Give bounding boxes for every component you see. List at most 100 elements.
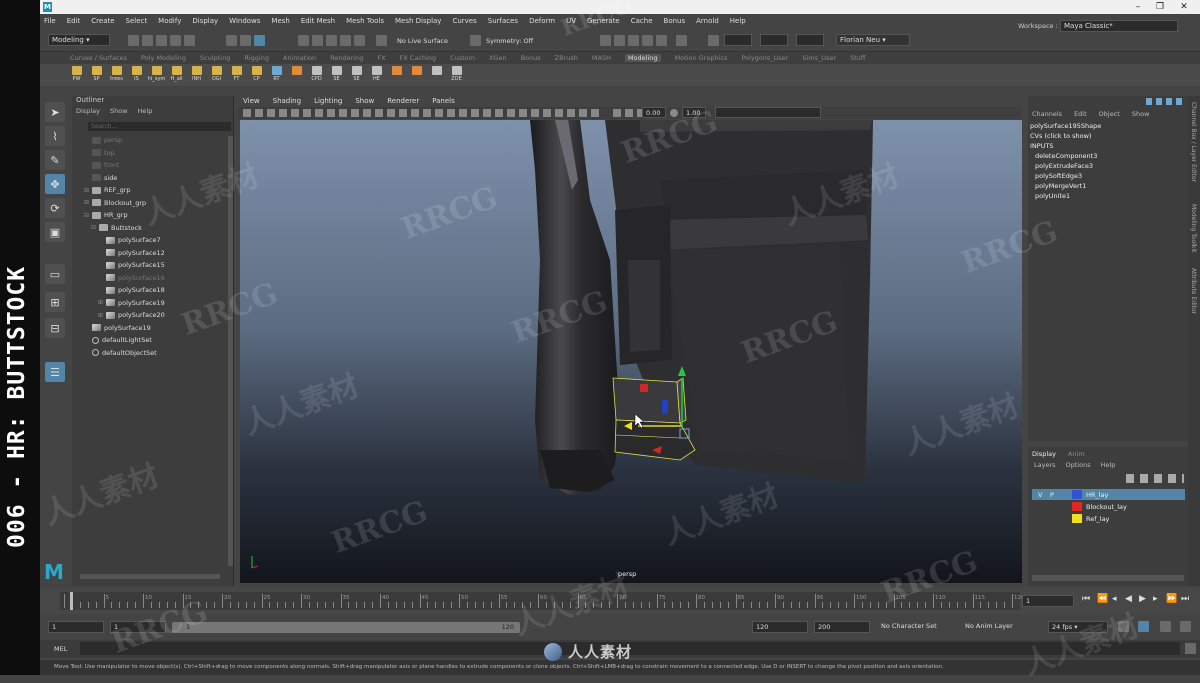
layer-menu-options[interactable]: Options (1066, 461, 1091, 469)
step-back-frame-icon[interactable]: ◂ (1112, 594, 1117, 604)
shelf-tab[interactable]: Animation (283, 54, 316, 62)
shelf-button[interactable] (428, 66, 445, 85)
shelf-button[interactable]: trees (108, 66, 125, 85)
pause-icon[interactable] (676, 35, 687, 46)
shelf-button[interactable]: OGI (208, 66, 225, 85)
audio-icon[interactable] (1160, 621, 1171, 632)
outliner-search-input[interactable]: Search... (88, 122, 231, 131)
hypershade-icon[interactable] (642, 35, 653, 46)
outliner-row[interactable]: ⊞ REF_grp (84, 184, 131, 196)
outliner-row[interactable]: polySurface18 (98, 284, 165, 296)
minimize-button[interactable]: – (1130, 1, 1146, 13)
shelf-button[interactable]: SE (348, 66, 365, 85)
layer-row[interactable]: Blockout_lay (1032, 501, 1185, 512)
single-layout-icon[interactable]: ▭ (45, 264, 65, 284)
menu-edit-mesh[interactable]: Edit Mesh (301, 17, 335, 25)
shelf-tab[interactable]: ZBrush (555, 54, 578, 62)
select-component-icon[interactable] (254, 35, 265, 46)
layout-grid-icon[interactable]: ⊞ (45, 292, 65, 312)
viewport-toolbar-icons[interactable] (243, 109, 603, 117)
snap-grid-icon[interactable] (298, 35, 309, 46)
shelf-tab[interactable]: Sculpting (200, 54, 230, 62)
paint-select-icon[interactable]: ✎ (45, 150, 65, 170)
layer-color-swatch[interactable] (1072, 502, 1082, 511)
shelf-button[interactable]: CP (248, 66, 265, 85)
shelf-tab[interactable]: FX Caching (400, 54, 437, 62)
outliner-row[interactable]: top (84, 147, 115, 159)
render-icon[interactable] (600, 35, 611, 46)
side-tab[interactable]: Attribute Editor (1190, 268, 1197, 314)
shelf-button[interactable]: ZOE (448, 66, 465, 85)
expand-icon[interactable]: ⊟ (84, 212, 92, 219)
outliner-row[interactable]: front (84, 159, 119, 171)
mel-label[interactable]: MEL (54, 645, 67, 653)
outliner-row[interactable]: ⊞ Blockout_grp (84, 197, 146, 209)
outliner-row[interactable]: polySurface15 (98, 259, 165, 271)
shelf-button[interactable]: CPD (308, 66, 325, 85)
redo-icon[interactable] (184, 35, 195, 46)
user-account-dropdown[interactable]: Florian Neu ▾ (836, 34, 910, 46)
menu-help[interactable]: Help (730, 17, 746, 25)
outliner-row[interactable]: ⊞ polySurface19 (98, 297, 165, 309)
channel-box-menu-edit[interactable]: Edit (1074, 110, 1087, 118)
viewport-menu-show[interactable]: Show (355, 97, 374, 105)
shelf-tab[interactable]: FX (377, 54, 385, 62)
layer-row[interactable]: Ref_lay (1032, 513, 1185, 524)
range-end-field[interactable]: 120 (752, 621, 808, 633)
expand-icon[interactable]: ⊟ (91, 224, 99, 231)
channel-box-input-node[interactable]: deleteComponent3 (1035, 152, 1097, 160)
menu-bonus[interactable]: Bonus (664, 17, 686, 25)
start-frame-field[interactable]: 1 (48, 621, 104, 633)
select-tool-icon[interactable]: ➤ (45, 102, 65, 122)
shelf-tab[interactable]: Rigging (244, 54, 269, 62)
mel-input[interactable] (80, 642, 1180, 655)
go-to-start-icon[interactable]: ⏮ (1082, 594, 1090, 604)
shelf-tab[interactable]: Poly Modeling (141, 54, 186, 62)
channel-box-menu-object[interactable]: Object (1099, 110, 1120, 118)
step-forward-key-icon[interactable]: ⏩ (1166, 594, 1177, 604)
time-slider[interactable]: 5 10 15 20 25 30 35 40 45 50 55 60 65 70 75 80 85 90 95 100… (40, 588, 1200, 614)
snap-surface-icon[interactable] (354, 35, 365, 46)
save-scene-icon[interactable] (156, 35, 167, 46)
menu-file[interactable]: File (44, 17, 56, 25)
channel-box-input-node[interactable]: polyExtrudeFace3 (1035, 162, 1093, 170)
channel-box-header-icons[interactable] (1146, 98, 1184, 105)
current-frame-field[interactable]: 1 (1022, 595, 1074, 607)
channel-box-input-node[interactable]: polySoftEdge3 (1035, 172, 1082, 180)
gamma-field[interactable]: 1.00 (682, 107, 706, 118)
fps-dropdown[interactable]: 24 fps ▾ (1048, 621, 1108, 633)
layer-color-swatch[interactable] (1072, 514, 1082, 523)
expand-icon[interactable]: ⊞ (98, 299, 106, 306)
viewport-menu-renderer[interactable]: Renderer (387, 97, 419, 105)
menu-curves[interactable]: Curves (452, 17, 476, 25)
expand-icon[interactable]: ⊞ (84, 187, 92, 194)
time-slider-ticks[interactable]: 5 10 15 20 25 30 35 40 45 50 55 60 65 70 75 80 85 90 95 100… (60, 592, 1025, 610)
layer-tab-anim[interactable]: Anim (1068, 450, 1085, 458)
make-live-icon[interactable] (376, 35, 387, 46)
shelf-tab[interactable]: Sims_User (802, 54, 836, 62)
outliner-row[interactable]: polySurface19 (84, 322, 151, 334)
shelf-button[interactable]: hi_sym (148, 66, 165, 85)
layer-color-swatch[interactable] (1072, 490, 1082, 499)
select-object-icon[interactable] (240, 35, 251, 46)
viewport-menu-view[interactable]: View (243, 97, 260, 105)
outliner-row[interactable]: ⊟ Buttstock (91, 222, 142, 234)
outliner-hscrollbar[interactable] (80, 574, 220, 579)
side-tab[interactable]: Modeling Toolkit (1190, 204, 1197, 252)
layer-menu-help[interactable]: Help (1101, 461, 1116, 469)
current-time-marker[interactable] (70, 592, 73, 610)
shelf-button[interactable] (288, 66, 305, 85)
maximize-button[interactable]: ❐ (1152, 1, 1168, 13)
shelf-tab[interactable]: MASH (592, 54, 611, 62)
outliner-row[interactable]: ⊟ HR_grp (84, 209, 128, 221)
expand-icon[interactable]: ⊞ (84, 199, 92, 206)
shelf-button[interactable]: HE (368, 66, 385, 85)
outliner-row[interactable]: polySurface12 (98, 247, 165, 259)
viewport-menu-lighting[interactable]: Lighting (314, 97, 342, 105)
menu-deform[interactable]: Deform (529, 17, 555, 25)
channel-box-input-node[interactable]: polyMergeVert1 (1035, 182, 1086, 190)
layer-playback-toggle[interactable]: P (1050, 491, 1054, 499)
shelf-button[interactable]: RT (268, 66, 285, 85)
shelf-button[interactable]: INH (188, 66, 205, 85)
shelf-button[interactable]: H_all (168, 66, 185, 85)
